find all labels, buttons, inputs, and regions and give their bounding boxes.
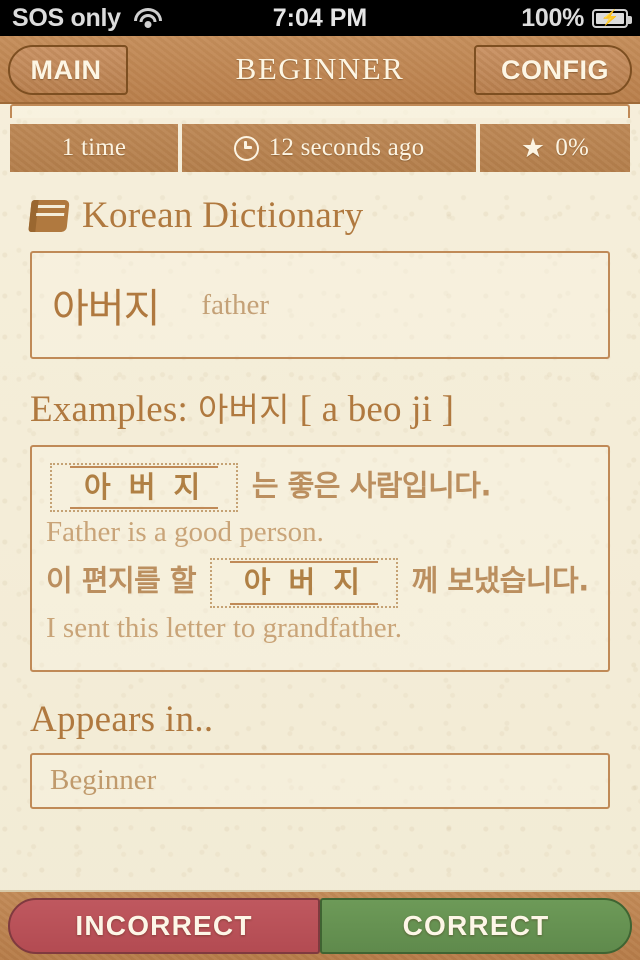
examples-panel[interactable]: 아 버 지 는 좋은 사람입니다. Father is a good perso… — [30, 445, 610, 672]
stat-last-seen[interactable]: 12 seconds ago — [182, 124, 476, 172]
config-button[interactable]: CONFIG — [474, 45, 632, 95]
appears-in-panel[interactable]: Beginner — [30, 752, 610, 809]
clock-icon — [233, 135, 259, 161]
status-bar-right: 100% ⚡ — [367, 3, 633, 33]
example-korean-before: 이 편지를 할 — [46, 563, 197, 598]
last-seen-label: 12 seconds ago — [268, 134, 425, 161]
dictionary-section-title: Korean Dictionary — [28, 194, 640, 237]
example-korean-after: 께 보냈습니다. — [411, 563, 590, 598]
carrier-label: SOS only — [12, 3, 121, 32]
answer-bar: INCORRECT CORRECT — [0, 890, 640, 960]
example-blank-word: 아 버 지 — [229, 561, 378, 605]
times-seen-label: 1 time — [61, 134, 127, 161]
stat-score[interactable]: ★ 0% — [480, 124, 630, 172]
partial-panel-above — [10, 104, 630, 118]
example-english: Father is a good person. — [46, 516, 324, 549]
status-bar: SOS only 7:04 PM 100% ⚡ — [0, 0, 640, 36]
stats-bar: 1 time 12 seconds ago ★ 0% — [10, 124, 630, 172]
example-korean-after: 는 좋은 사람입니다. — [251, 468, 492, 503]
battery-charging-icon: ⚡ — [592, 8, 633, 28]
navigation-bar: MAIN BEGINNER CONFIG — [0, 36, 640, 104]
scroll-content[interactable]: 1 time 12 seconds ago ★ 0% Korean Dictio… — [0, 104, 640, 890]
score-label: 0% — [555, 134, 590, 161]
page-title: BEGINNER — [235, 51, 405, 86]
back-button-main[interactable]: MAIN — [8, 45, 128, 95]
dictionary-title-label: Korean Dictionary — [82, 195, 364, 236]
stat-times-seen[interactable]: 1 time — [10, 124, 178, 172]
battery-percent-label: 100% — [521, 3, 585, 32]
correct-button[interactable]: CORRECT — [320, 898, 632, 954]
app-root: SOS only 7:04 PM 100% ⚡ MAIN BEGINNER CO… — [0, 0, 640, 960]
status-bar-left: SOS only — [12, 4, 273, 33]
star-icon: ★ — [520, 132, 546, 163]
clock-label: 7:04 PM — [272, 3, 368, 32]
example-english: I sent this letter to grandfather. — [46, 611, 402, 644]
book-icon — [28, 199, 70, 232]
status-bar-center: 7:04 PM — [273, 4, 367, 33]
word-term: 아버지 — [52, 286, 160, 332]
example-blank: 아 버 지 — [50, 463, 239, 513]
wifi-icon — [133, 7, 163, 29]
examples-heading: Examples: 아버지 [ a beo ji ] — [30, 383, 640, 431]
example-korean: 이 편지를 할 아 버 지 께 보냈습니다. — [46, 558, 594, 608]
example-item: 이 편지를 할 아 버 지 께 보냈습니다. I sent this lette… — [46, 558, 594, 645]
examples-label: Examples: — [30, 389, 188, 430]
word-translation: father — [201, 288, 270, 321]
example-korean: 아 버 지 는 좋은 사람입니다. — [46, 463, 594, 513]
appears-in-title: Appears in.. — [30, 698, 214, 740]
example-blank-word: 아 버 지 — [70, 466, 219, 510]
examples-word: 아버지 — [197, 390, 290, 429]
incorrect-button[interactable]: INCORRECT — [8, 898, 320, 954]
appears-in-item[interactable]: Beginner — [50, 764, 156, 797]
examples-romanization: [ a beo ji ] — [299, 389, 455, 430]
example-blank: 아 버 지 — [209, 558, 398, 608]
example-item: 아 버 지 는 좋은 사람입니다. Father is a good perso… — [46, 463, 594, 550]
word-card[interactable]: 아버지 father — [30, 251, 610, 359]
